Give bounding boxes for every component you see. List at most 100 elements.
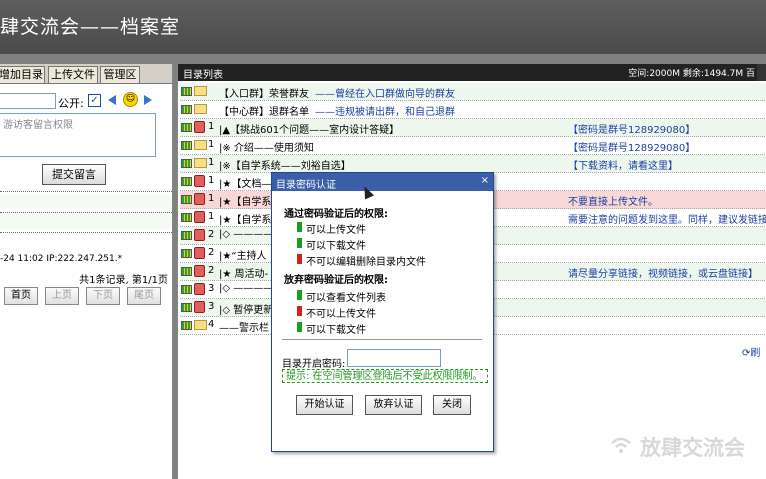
directory-note: 需要注意的问题发到这里。同样，建议发链接。 [568, 215, 766, 226]
close-button[interactable]: 关闭 [433, 395, 471, 415]
directory-name[interactable]: |※【自学系统——刘裕自选】 [219, 157, 351, 172]
public-checkbox[interactable]: ✓ [88, 94, 101, 107]
watermark: 放肆交流会 [640, 436, 745, 460]
level-number: 3 [208, 283, 215, 294]
last-page-button[interactable]: 尾页 [127, 287, 161, 305]
lock-folder-icon [194, 265, 205, 277]
green-status-icon [297, 290, 302, 300]
level-number: 3 [208, 301, 215, 312]
permission-bars-icon [181, 267, 192, 276]
submit-comment-button[interactable]: 提交留言 [42, 164, 106, 185]
permission-bars-icon [181, 213, 192, 222]
green-status-icon [297, 238, 302, 248]
directory-note: 【密码是群号128929080】 [568, 125, 696, 136]
arrow-left-icon[interactable] [108, 95, 116, 105]
permission-bars-icon [181, 195, 192, 204]
permission-item: 可以上传文件 [297, 221, 366, 236]
directory-name[interactable]: 【入口群】荣誉群友 [219, 85, 309, 100]
section-pass-title: 通过密码验证后的权限: [284, 209, 388, 220]
permission-item: 不可以编辑删除目录内文件 [297, 253, 426, 268]
permission-text: 不可以上传文件 [306, 309, 376, 320]
cancel-auth-button[interactable]: 放弃认证 [365, 395, 422, 415]
permission-bars-icon [181, 231, 192, 240]
directory-name[interactable]: |★【文档— [219, 175, 271, 190]
first-page-button[interactable]: 首页 [4, 287, 38, 305]
table-row[interactable]: 【中心群】退群名单 ——违规被请出群，和自己退群 [180, 101, 766, 119]
comment-options-row: 公开: ✓ ☺ [0, 92, 172, 112]
directory-name[interactable]: |★ 周活动- [219, 265, 268, 280]
directory-note: 请尽量分享链接，视频链接，或云盘链接】 [568, 269, 758, 280]
permission-bars-icon [181, 303, 192, 312]
directory-name[interactable]: |◇ ———— [219, 283, 273, 294]
directory-name[interactable]: |★【自学系 [219, 193, 271, 208]
green-status-icon [297, 322, 302, 332]
permission-text: 可以下载文件 [306, 241, 366, 252]
next-page-button[interactable]: 下页 [86, 287, 120, 305]
left-tabs: 增加目录 上传文件 管理区 [0, 64, 172, 84]
scrollbar[interactable] [757, 64, 766, 81]
tab-admin[interactable]: 管理区 [100, 66, 140, 83]
directory-name[interactable]: |※ 介绍——使用须知 [219, 139, 314, 154]
smiley-icon[interactable]: ☺ [123, 92, 138, 107]
name-input[interactable] [0, 93, 56, 109]
directory-name[interactable]: ——警示栏 [219, 319, 269, 334]
start-auth-button[interactable]: 开始认证 [296, 395, 353, 415]
directory-note: 【下载资料，请看这里】 [568, 161, 678, 172]
lock-folder-icon [194, 283, 205, 295]
permission-bars-icon [181, 249, 192, 258]
level-number: 2 [208, 265, 215, 276]
level-number: 4 [208, 319, 215, 330]
directory-name[interactable]: |★【自学系 [219, 211, 271, 226]
divider [0, 232, 172, 233]
lock-folder-icon [194, 229, 205, 241]
message-textarea[interactable]: 游访客留言权限 [0, 113, 156, 157]
lock-folder-icon [194, 247, 205, 259]
divider [0, 212, 172, 213]
level-number: 1 [208, 157, 215, 168]
section-skip-title: 放弃密码验证后的权限: [284, 275, 388, 286]
directory-name[interactable]: |★“主持人 [219, 247, 267, 262]
lock-folder-icon [194, 121, 205, 133]
table-row[interactable]: 1 |※【自学系统——刘裕自选】 【下载资料，请看这里】 [180, 155, 766, 173]
permission-item: 可以查看文件列表 [297, 289, 386, 304]
tab-add-directory[interactable]: 增加目录 [0, 66, 45, 83]
directory-name[interactable]: |◇ ———— [219, 229, 273, 240]
folder-icon [194, 140, 207, 150]
comment-area [0, 215, 172, 229]
permission-bars-icon [181, 123, 192, 132]
lock-folder-icon [194, 211, 205, 223]
level-number: 1 [208, 193, 215, 204]
table-row[interactable]: 1 |※ 介绍——使用须知 【密码是群号128929080】 [180, 137, 766, 155]
arrow-right-icon[interactable] [144, 95, 152, 105]
app-header: 肆交流会——档案室 [0, 0, 766, 54]
close-icon[interactable]: × [481, 175, 489, 186]
dialog-titlebar: 目录密码认证 × [272, 173, 493, 191]
table-row[interactable]: 1 |▲【挑战601个问题——室内设计答疑】 【密码是群号128929080】 [180, 119, 766, 137]
message-placeholder: 游访客留言权限 [3, 120, 73, 131]
level-number: 1 [208, 121, 215, 132]
permission-item: 可以下载文件 [297, 321, 366, 336]
prev-page-button[interactable]: 上页 [45, 287, 79, 305]
refresh-link[interactable]: ⟳刷 [742, 344, 760, 359]
tab-upload-file[interactable]: 上传文件 [48, 66, 98, 83]
directory-list-title: 目录列表 [183, 70, 223, 81]
password-dialog: 目录密码认证 × 通过密码验证后的权限: 可以上传文件 可以下载文件 不可以编辑删除… [271, 172, 494, 452]
table-row[interactable]: 【入口群】荣誉群友 ——曾经在入口群做向导的群友 [180, 83, 766, 101]
permission-bars-icon [181, 105, 192, 114]
permission-bars-icon [181, 177, 192, 186]
directory-name[interactable]: |▲【挑战601个问题——室内设计答疑】 [219, 121, 399, 136]
pager: 首页 上页 下页 尾页 [0, 287, 172, 305]
password-input[interactable] [347, 349, 441, 367]
red-status-icon [297, 306, 302, 316]
folder-icon [194, 104, 207, 114]
directory-name[interactable]: |◇ 暂停更新 [219, 301, 273, 316]
permission-bars-icon [181, 141, 192, 150]
directory-name[interactable]: 【中心群】退群名单 [219, 103, 309, 118]
dialog-title: 目录密码认证 [276, 180, 336, 191]
directory-list-header: 目录列表 空间:2000M 剩余:1494.7M 百 [178, 64, 766, 81]
green-status-icon [297, 222, 302, 232]
permission-item: 不可以上传文件 [297, 305, 376, 320]
lock-folder-icon [194, 301, 205, 313]
permission-text: 不可以编辑删除目录内文件 [306, 257, 426, 268]
directory-desc: ——违规被请出群，和自己退群 [315, 107, 455, 118]
